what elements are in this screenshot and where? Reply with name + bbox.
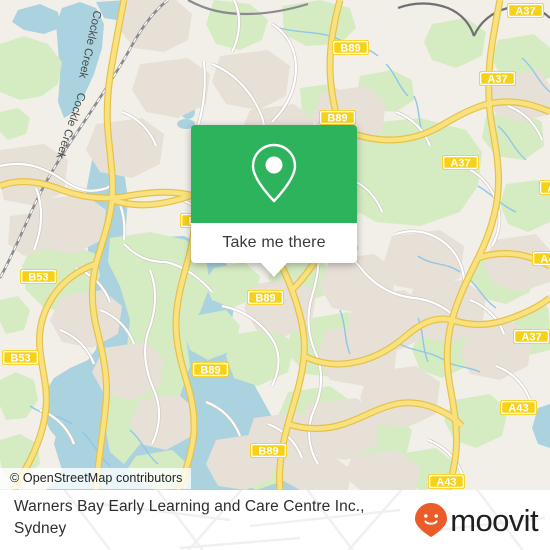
card-pointer-tail (261, 263, 287, 277)
road-shield-label: B53 (28, 272, 48, 284)
road-shield-label: B89 (255, 293, 275, 305)
road-shield: A43 (539, 180, 550, 195)
moovit-wordmark: moovit (450, 502, 538, 538)
road-shield: B89 (247, 290, 284, 305)
road-shield: A37 (479, 71, 516, 86)
map-screenshot: Cockle Creek Cockle Creek B89 A37 A37 B89 A3… (0, 0, 550, 550)
take-me-there-bar[interactable]: Take me there (191, 221, 357, 277)
road-shield: A37 (513, 329, 550, 344)
road-shield-label: A43 (540, 254, 550, 266)
place-title: Warners Bay Early Learning and Care Cent… (14, 496, 404, 540)
road-shield: A37 (442, 155, 479, 170)
road-shield: A43 (428, 474, 465, 489)
road-shield-label: B53 (10, 353, 30, 365)
road-shield: B89 (332, 40, 369, 55)
road-shield-label: A37 (515, 6, 535, 18)
moovit-brand[interactable]: moovit (414, 502, 539, 538)
place-title-line-2: Sydney (14, 520, 67, 537)
road-shield-label: A43 (508, 403, 528, 415)
road-shield-label: B89 (340, 43, 360, 55)
road-shield-label: A37 (521, 332, 541, 344)
road-shield: A37 (507, 3, 544, 18)
road-shield-label: A37 (450, 158, 470, 170)
road-shield-label: A43 (436, 477, 456, 489)
road-shield: B89 (319, 110, 356, 125)
road-shield-label: B89 (258, 446, 278, 458)
road-shield: B89 (250, 443, 287, 458)
road-shield: B53 (20, 269, 57, 284)
road-shield-label: A37 (487, 74, 507, 86)
road-shield-label: B89 (200, 365, 220, 377)
road-shield-label: B89 (327, 113, 347, 125)
osm-attribution[interactable]: © OpenStreetMap contributors (0, 468, 191, 489)
road-shield: A43 (500, 400, 537, 415)
card-header (191, 125, 357, 221)
place-title-line-1: Warners Bay Early Learning and Care Cent… (14, 498, 365, 515)
road-shield: B89 (192, 362, 229, 377)
map-pin-icon (251, 143, 297, 203)
moovit-smiley-pin-icon (415, 503, 448, 537)
road-shield: B53 (2, 350, 39, 365)
take-me-there-label: Take me there (222, 234, 326, 251)
location-card[interactable]: Take me there (191, 125, 357, 277)
road-shield: A43 (532, 251, 550, 266)
footer-bar: Warners Bay Early Learning and Care Cent… (0, 490, 550, 550)
